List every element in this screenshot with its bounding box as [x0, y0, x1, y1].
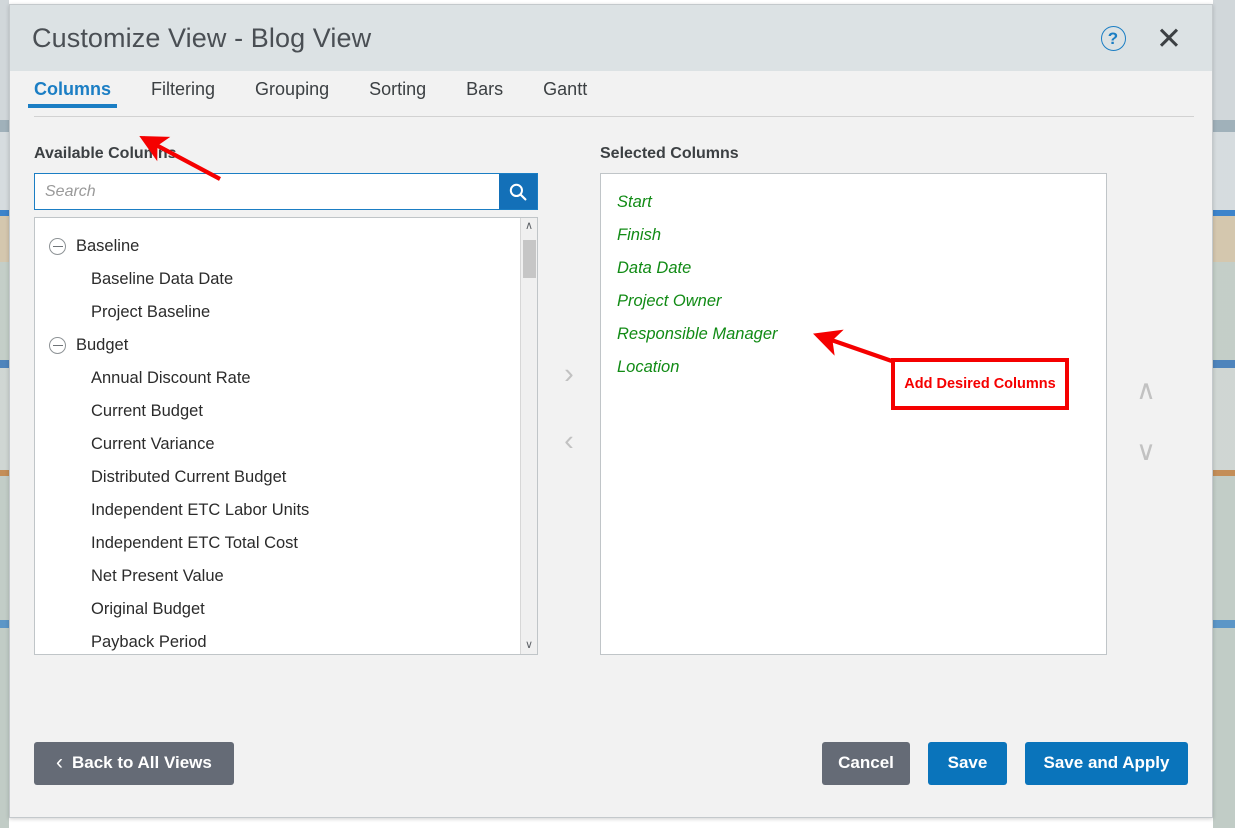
list-item[interactable]: Payback Period: [35, 626, 520, 654]
tab-bars[interactable]: Bars: [466, 71, 503, 100]
dialog-body: Available Columns Baseline: [10, 117, 1212, 727]
search-input[interactable]: [35, 174, 499, 209]
tab-grouping[interactable]: Grouping: [255, 71, 329, 100]
background-page-right-edge: [1213, 0, 1235, 828]
transfer-buttons: › ‹: [538, 145, 600, 456]
back-button-label: Back to All Views: [72, 753, 212, 773]
list-item[interactable]: Data Date: [601, 252, 1106, 285]
help-button[interactable]: ?: [1098, 23, 1128, 53]
available-columns-label: Available Columns: [34, 145, 538, 163]
available-columns-list-inner: Baseline Baseline Data Date Project Base…: [35, 218, 520, 654]
tab-gantt[interactable]: Gantt: [543, 71, 587, 100]
search-button[interactable]: [499, 174, 537, 209]
tab-filtering[interactable]: Filtering: [151, 71, 215, 100]
tree-row-label: Net Present Value: [91, 567, 224, 586]
tree-row-label: Current Budget: [91, 402, 203, 421]
selected-columns-label: Selected Columns: [600, 145, 1107, 163]
tab-bar: Columns Filtering Grouping Sorting Bars …: [10, 71, 1212, 117]
cancel-button[interactable]: Cancel: [822, 742, 910, 785]
list-item[interactable]: Project Owner: [601, 285, 1106, 318]
scroll-up-icon[interactable]: ∧: [525, 218, 533, 235]
list-item[interactable]: Finish: [601, 219, 1106, 252]
tree-row-label: Annual Discount Rate: [91, 369, 251, 388]
move-left-chevron-icon[interactable]: ‹: [564, 427, 574, 456]
save-and-apply-button[interactable]: Save and Apply: [1025, 742, 1188, 785]
list-item[interactable]: Project Baseline: [35, 296, 520, 329]
list-item[interactable]: Current Variance: [35, 428, 520, 461]
tree-row-label: Baseline Data Date: [91, 270, 233, 289]
tree-row-label: Distributed Current Budget: [91, 468, 286, 487]
tree-row-label: Independent ETC Total Cost: [91, 534, 298, 553]
list-item[interactable]: Net Present Value: [35, 560, 520, 593]
tree-row-label: Project Baseline: [91, 303, 210, 322]
reorder-buttons: ∧ ∨: [1107, 145, 1185, 465]
customize-view-dialog: Customize View - Blog View ? ✕ Columns F…: [9, 4, 1213, 818]
page-root: Customize View - Blog View ? ✕ Columns F…: [0, 0, 1235, 828]
tab-sorting[interactable]: Sorting: [369, 71, 426, 100]
titlebar-actions: ? ✕: [1098, 23, 1196, 53]
list-item[interactable]: Baseline Data Date: [35, 263, 520, 296]
tree-group-row[interactable]: Budget: [35, 329, 520, 362]
dialog-titlebar: Customize View - Blog View ? ✕: [10, 5, 1212, 71]
list-item[interactable]: Responsible Manager: [601, 318, 1106, 351]
scrollbar-thumb[interactable]: [523, 240, 536, 278]
tree-row-label: Baseline: [76, 237, 139, 256]
back-to-all-views-button[interactable]: ‹ Back to All Views: [34, 742, 234, 785]
available-columns-panel: Available Columns Baseline: [34, 145, 538, 655]
collapse-circle-icon[interactable]: [49, 238, 66, 255]
background-page-left-edge: [0, 0, 9, 828]
help-question-icon: ?: [1101, 26, 1126, 51]
list-item[interactable]: Annual Discount Rate: [35, 362, 520, 395]
close-x-icon: ✕: [1156, 23, 1182, 54]
tree-row-label: Original Budget: [91, 600, 205, 619]
list-item[interactable]: Independent ETC Labor Units: [35, 494, 520, 527]
save-button[interactable]: Save: [928, 742, 1007, 785]
collapse-circle-icon[interactable]: [49, 337, 66, 354]
move-right-chevron-icon[interactable]: ›: [564, 360, 574, 389]
list-item[interactable]: Start: [601, 186, 1106, 219]
tree-row-label: Current Variance: [91, 435, 215, 454]
annotation-callout: Add Desired Columns: [891, 358, 1069, 410]
selected-columns-list: Start Finish Data Date Project Owner Res…: [600, 173, 1107, 655]
tree-row-label: Payback Period: [91, 633, 207, 652]
list-item[interactable]: Original Budget: [35, 593, 520, 626]
available-list-scrollbar[interactable]: ∧ ∨: [520, 218, 537, 654]
chevron-left-icon: ‹: [56, 751, 63, 775]
tree-row-label: Independent ETC Labor Units: [91, 501, 309, 520]
list-item[interactable]: Current Budget: [35, 395, 520, 428]
search-magnifier-icon: [508, 182, 528, 202]
move-down-chevron-icon[interactable]: ∨: [1136, 438, 1156, 465]
dialog-title: Customize View - Blog View: [32, 23, 1098, 54]
list-item[interactable]: Independent ETC Total Cost: [35, 527, 520, 560]
tab-columns[interactable]: Columns: [34, 71, 111, 100]
close-button[interactable]: ✕: [1154, 23, 1184, 53]
search-row: [34, 173, 538, 210]
dialog-footer: ‹ Back to All Views Cancel Save Save and…: [10, 727, 1212, 817]
list-item[interactable]: Distributed Current Budget: [35, 461, 520, 494]
available-columns-list: Baseline Baseline Data Date Project Base…: [34, 217, 538, 655]
scroll-down-icon[interactable]: ∨: [525, 637, 533, 654]
tree-row-label: Budget: [76, 336, 128, 355]
tree-group-row[interactable]: Baseline: [35, 230, 520, 263]
move-up-chevron-icon[interactable]: ∧: [1136, 377, 1156, 404]
